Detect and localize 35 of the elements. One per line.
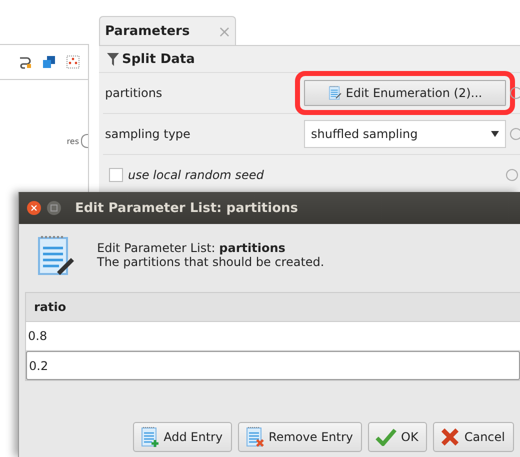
add-note-icon bbox=[140, 426, 160, 448]
cubes-icon[interactable] bbox=[42, 55, 56, 69]
port-icon[interactable] bbox=[81, 134, 88, 148]
cancel-button[interactable]: Cancel bbox=[433, 422, 514, 452]
input-field[interactable]: 0.2 bbox=[26, 351, 520, 380]
remove-note-icon bbox=[244, 426, 265, 448]
parameter-label: sampling type bbox=[104, 127, 192, 141]
dialog-description: The partitions that should be created. bbox=[97, 255, 324, 269]
port-label: res bbox=[66, 136, 79, 146]
info-icon[interactable] bbox=[506, 169, 518, 181]
notepad-icon bbox=[35, 234, 75, 278]
dialog-title: Edit Parameter List: partitions bbox=[75, 200, 298, 216]
info-icon[interactable] bbox=[510, 87, 520, 99]
sampling-type-dropdown[interactable]: shuffled sampling bbox=[304, 120, 506, 148]
funnel-icon bbox=[107, 52, 119, 66]
table-cell[interactable]: 0.8 bbox=[26, 322, 520, 351]
ok-button[interactable]: OK bbox=[368, 422, 428, 452]
x-icon bbox=[440, 427, 460, 447]
dropdown-arrow-icon bbox=[491, 131, 499, 137]
dotted-square-icon[interactable] bbox=[66, 55, 80, 69]
minimize-icon[interactable] bbox=[47, 201, 61, 215]
plug-icon[interactable] bbox=[18, 55, 32, 69]
dialog-heading: Edit Parameter List: partitions bbox=[97, 241, 286, 255]
checkbox[interactable] bbox=[109, 168, 123, 182]
checkmark-icon bbox=[375, 428, 398, 446]
close-icon[interactable] bbox=[27, 201, 41, 215]
parameter-label: use local random seed bbox=[128, 168, 264, 182]
info-icon[interactable] bbox=[510, 128, 520, 140]
column-header: ratio bbox=[26, 293, 520, 322]
parameters-tab[interactable]: Parameters × bbox=[99, 16, 236, 45]
parameter-label: partitions bbox=[104, 86, 164, 100]
notepad-icon bbox=[328, 85, 342, 101]
add-button[interactable]: Add Entry bbox=[132, 422, 232, 452]
remove-button[interactable]: Remove Entry bbox=[238, 422, 362, 452]
operator-name: Split Data bbox=[122, 52, 195, 66]
